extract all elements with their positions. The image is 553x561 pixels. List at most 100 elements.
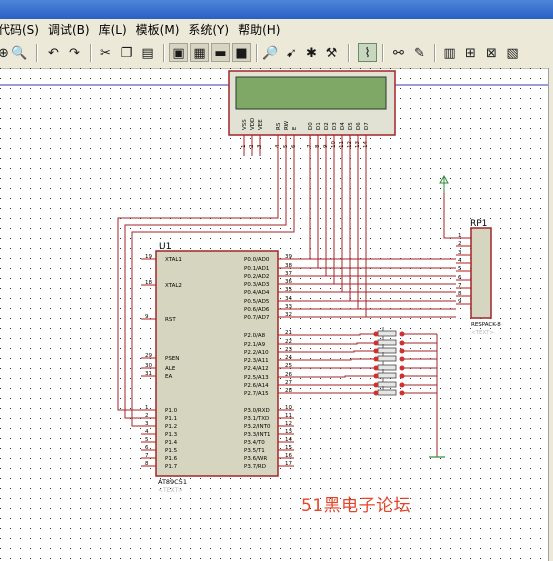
paste-icon[interactable]: ▤ (138, 43, 157, 62)
u1-pin-name: P2.2/A10 (244, 350, 269, 356)
u1-pin-name: P2.5/A13 (244, 375, 269, 381)
lcd-pin-label: D2 (324, 122, 330, 130)
rp1-pin-number: 4 (458, 258, 462, 264)
lcd-pin-label: RS (276, 122, 282, 130)
copy-icon[interactable]: ❐ (117, 43, 136, 62)
schematic-canvas[interactable]: VSS 1 VDD 2 VEE 3 RS 4 RW 5 E 6 D0 7 D1 8 D2 9 D3 10 D4 11 D5 1… (0, 68, 553, 561)
remove-sheet-icon[interactable]: ⊠ (482, 43, 501, 62)
u1-pin-name: P3.1/TXD (244, 416, 269, 422)
block-copy-icon[interactable]: ▣ (169, 43, 188, 62)
block-move-icon[interactable]: ▦ (190, 43, 209, 62)
u1-pin-name: P3.4/T0 (244, 440, 265, 446)
u1-pin-name: P3.6/WR (244, 456, 267, 462)
u1-pin-number: 13 (285, 429, 292, 435)
menu-library[interactable]: 库(L) (99, 21, 136, 38)
u1-pin-number: 7 (145, 453, 149, 459)
button-cap (377, 381, 397, 388)
lcd-screen (235, 76, 387, 110)
u1-pin-number: 15 (285, 445, 292, 451)
u1-pin-name: RST (165, 317, 176, 323)
u1-pin-name: P1.6 (165, 456, 178, 462)
rp1-text-tag: <TEXT> (471, 330, 494, 336)
u1-pin-name: P2.4/A12 (244, 366, 269, 372)
toolbar-separator (434, 44, 435, 62)
u1-pin-name: P3.7/RD (244, 464, 266, 470)
rp1-pin-number: 7 (458, 283, 462, 289)
cut-icon[interactable]: ✂ (96, 43, 115, 62)
u1-pin-name: EA (165, 374, 172, 380)
pick-device-icon[interactable]: 🔎 (261, 43, 280, 62)
u1-pin-name: P2.0/A8 (244, 333, 266, 339)
button-terminal (373, 348, 379, 354)
menu-help[interactable]: 帮助(H) (238, 21, 289, 38)
menu-source[interactable]: 代码(S) (0, 21, 48, 38)
button-terminal (399, 365, 405, 371)
netlist-icon[interactable]: ▧ (503, 43, 522, 62)
u1-pin-number: 34 (285, 296, 292, 302)
u1-pin-name: P1.2 (165, 424, 177, 430)
u1-pin-name: P0.5/AD5 (244, 299, 270, 305)
microcontroller-u1[interactable]: U1 19 XTAL118 XTAL29 RST29 PSEN30 ALE31 EA1 P1.… (141, 242, 294, 494)
block-rotate-icon[interactable]: ▬ (211, 43, 230, 62)
rp1-pin-number: 8 (458, 291, 462, 297)
u1-pin-number: 17 (285, 461, 292, 467)
menu-debug[interactable]: 调试(B) (48, 21, 99, 38)
property-assignment-tool-icon[interactable]: ✎ (410, 43, 429, 62)
button-terminal (373, 365, 379, 371)
u1-pin-number: 3 (145, 421, 149, 427)
u1-pin-name: P3.0/RXD (244, 408, 270, 414)
new-sheet-icon[interactable]: ▥ (440, 43, 459, 62)
lcd-pin-label: D7 (364, 122, 370, 130)
make-device-icon[interactable]: ➹ (282, 43, 301, 62)
add-sheet-icon[interactable]: ⊞ (461, 43, 480, 62)
toolbar-separator (256, 44, 257, 62)
u1-pin-number: 12 (285, 421, 292, 427)
u1-pin-number: 39 (285, 254, 292, 260)
decompose-icon[interactable]: ⚒ (322, 43, 341, 62)
button-cap (377, 347, 397, 354)
redo-icon[interactable]: ↷ (65, 43, 84, 62)
zoom-out-icon[interactable]: 🔍 (10, 43, 29, 62)
u1-pin-name: P1.5 (165, 448, 178, 454)
button-cap (377, 364, 397, 371)
menu-template[interactable]: 模板(M) (136, 21, 189, 38)
u1-pin-name: P1.1 (165, 416, 177, 422)
rp1-pin-number: 9 (458, 299, 462, 305)
u1-pin-number: 29 (145, 353, 152, 359)
u1-pin-number: 19 (145, 254, 152, 260)
u1-pin-number: 35 (285, 287, 292, 293)
u1-pin-number: 24 (285, 355, 292, 361)
button-terminal (373, 373, 379, 379)
u1-pin-name: P3.3/INT1 (244, 432, 271, 438)
u1-pin-name: PSEN (165, 356, 179, 362)
toolbar-separator (90, 44, 91, 62)
packaging-tool-icon[interactable]: ✱ (302, 43, 321, 62)
button-terminal (399, 340, 405, 346)
block-delete-icon[interactable]: ■ (232, 43, 251, 62)
toolbar-separator (36, 44, 37, 62)
lcd-pin-label: D5 (348, 122, 354, 130)
u1-pin-name: P1.4 (165, 440, 178, 446)
u1-pin-name: P0.7/AD7 (244, 315, 270, 321)
u1-pin-name: ALE (165, 366, 176, 372)
u1-pin-name: P3.5/T1 (244, 448, 265, 454)
search-icon[interactable]: ⚯ (389, 43, 408, 62)
lcd-pin-label: VSS (242, 119, 248, 130)
u1-pin-number: 16 (285, 453, 292, 459)
u1-pin-name: P0.1/AD1 (244, 266, 269, 272)
lcd-pin-label: D3 (332, 122, 338, 130)
button-terminal (373, 382, 379, 388)
button-terminal (373, 356, 379, 362)
undo-icon[interactable]: ↶ (44, 43, 63, 62)
lcd-pin-label: RW (284, 120, 290, 130)
button-terminal (399, 331, 405, 337)
u1-pin-name: P0.2/AD2 (244, 274, 269, 280)
u1-pin-name: XTAL1 (165, 257, 182, 263)
menu-system[interactable]: 系统(Y) (188, 21, 238, 38)
lcd-pin-label: D0 (308, 122, 314, 130)
u1-pin-name: P0.4/AD4 (244, 290, 270, 296)
u1-pin-number: 18 (145, 280, 152, 286)
u1-pin-name: P0.3/AD3 (244, 282, 270, 288)
wire-autorouter-icon[interactable]: ⌇ (358, 43, 377, 62)
u1-pin-name: P1.7 (165, 464, 178, 470)
